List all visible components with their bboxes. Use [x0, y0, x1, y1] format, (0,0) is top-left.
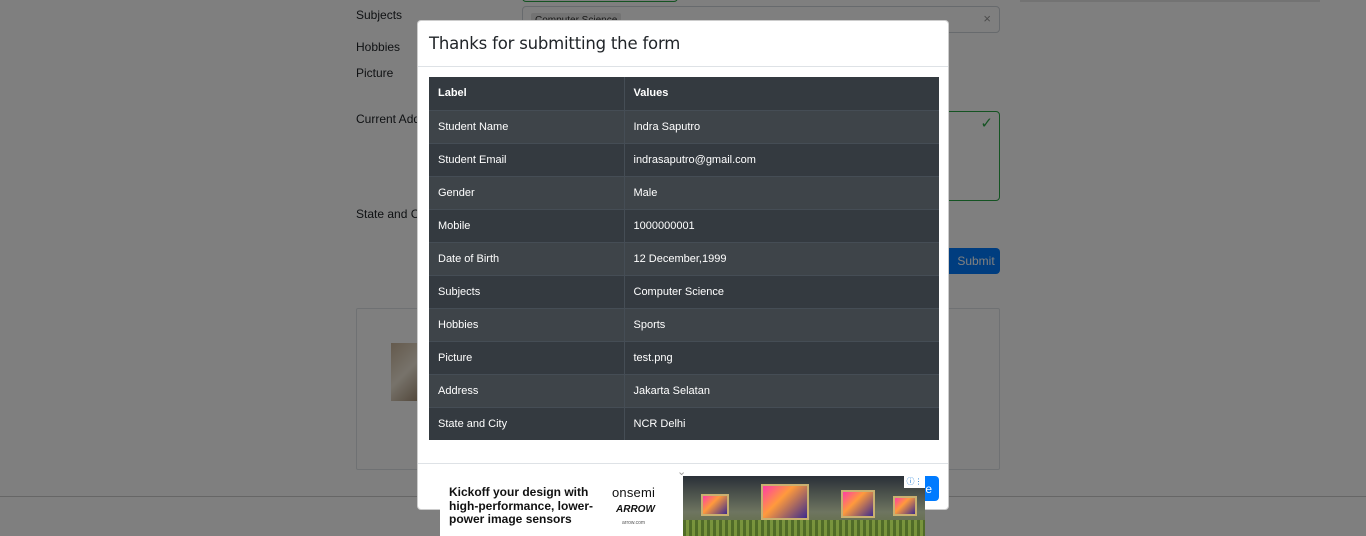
- ad-choices-icon[interactable]: ⓘ⋮: [904, 476, 925, 488]
- row-value: indrasaputro@gmail.com: [624, 142, 939, 176]
- table-row: Gender Male: [429, 175, 939, 209]
- row-label: Address: [429, 373, 625, 407]
- row-label: Mobile: [429, 208, 625, 242]
- table-row: State and City NCR Delhi: [429, 406, 939, 440]
- table-row: Student Name Indra Saputro: [429, 109, 939, 143]
- ad-banner[interactable]: Kickoff your design with high-performanc…: [440, 476, 925, 536]
- row-value: test.png: [624, 340, 939, 374]
- ad-brand-primary: onsemi: [612, 485, 656, 500]
- table-row: Date of Birth 12 December,1999: [429, 241, 939, 275]
- table-row: Picture test.png: [429, 340, 939, 374]
- sensor-chip: [841, 490, 875, 518]
- row-label: State and City: [429, 406, 625, 440]
- sensor-chip: [761, 484, 809, 520]
- column-header-values: Values: [633, 87, 669, 100]
- sensor-chip: [701, 494, 729, 516]
- row-label: Student Name: [429, 109, 625, 143]
- table-row: Address Jakarta Selatan: [429, 373, 939, 407]
- modal-header: Thanks for submitting the form: [418, 21, 948, 67]
- row-value: 1000000001: [624, 208, 939, 242]
- circuit-board: [683, 520, 925, 536]
- row-label: Picture: [429, 340, 625, 374]
- row-label: Date of Birth: [429, 241, 625, 275]
- table-row: Student Email indrasaputro@gmail.com: [429, 142, 939, 176]
- row-value: Computer Science: [624, 274, 939, 308]
- row-label: Hobbies: [429, 307, 625, 341]
- ad-brand-small: arrow.com: [622, 520, 646, 526]
- row-value: NCR Delhi: [624, 406, 939, 440]
- ad-headline: Kickoff your design with high-performanc…: [449, 485, 594, 526]
- modal-body: Label Values Student Name Indra Saputro S…: [418, 67, 948, 450]
- row-label: Subjects: [429, 274, 625, 308]
- row-value: 12 December,1999: [624, 241, 939, 275]
- row-value: Sports: [624, 307, 939, 341]
- table-header-row: Label Values: [429, 77, 939, 110]
- ad-brand-secondary: ARROW: [616, 504, 655, 515]
- row-label: Gender: [429, 175, 625, 209]
- row-value: Jakarta Selatan: [624, 373, 939, 407]
- table-row: Subjects Computer Science: [429, 274, 939, 308]
- row-value: Male: [624, 175, 939, 209]
- ad-sensor-image: [683, 476, 925, 536]
- row-value: Indra Saputro: [624, 109, 939, 143]
- submission-modal: Thanks for submitting the form Label Val…: [417, 20, 949, 510]
- table-row: Mobile 1000000001: [429, 208, 939, 242]
- modal-title: Thanks for submitting the form: [429, 34, 681, 53]
- sensor-chip: [893, 496, 917, 516]
- row-label: Student Email: [429, 142, 625, 176]
- table-row: Hobbies Sports: [429, 307, 939, 341]
- column-header-label: Label: [429, 77, 625, 110]
- submission-table: Label Values Student Name Indra Saputro S…: [429, 77, 939, 440]
